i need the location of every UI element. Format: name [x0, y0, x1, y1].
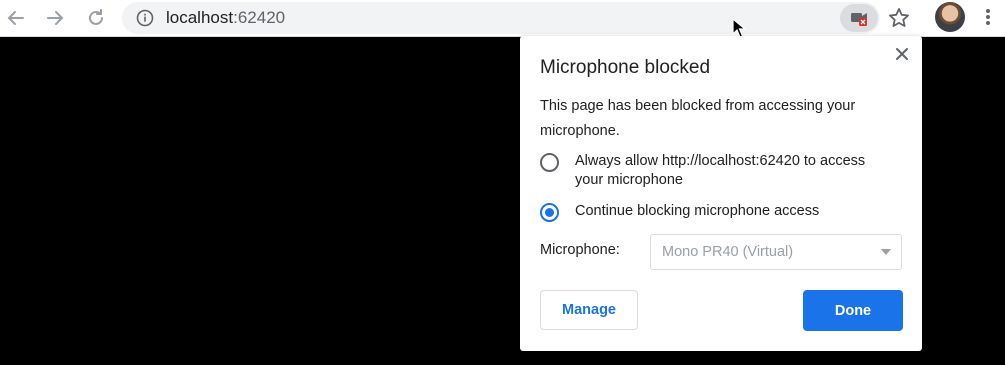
address-bar[interactable]: localhost:62420	[122, 2, 880, 34]
reload-button[interactable]	[84, 6, 108, 30]
kebab-menu-icon[interactable]	[980, 7, 996, 29]
bookmark-button[interactable]	[886, 6, 912, 30]
url-text[interactable]: localhost:62420	[166, 8, 285, 28]
manage-button[interactable]: Manage	[540, 290, 638, 330]
radio-label: Continue blocking microphone access	[575, 203, 820, 219]
mouse-cursor-icon	[732, 18, 746, 38]
close-icon[interactable]	[894, 46, 910, 62]
dialog-title: Microphone blocked	[540, 57, 711, 78]
camera-blocked-icon	[851, 13, 867, 26]
radio-always-allow[interactable]: Always allow http://localhost:62420 to a…	[540, 152, 875, 190]
done-button[interactable]: Done	[803, 290, 903, 331]
back-button[interactable]	[4, 6, 28, 30]
chevron-down-icon	[881, 249, 891, 255]
microphone-permission-dialog: Microphone blocked This page has been bl…	[520, 36, 922, 351]
arrow-right-icon	[47, 11, 64, 25]
url-port: :62420	[233, 8, 286, 27]
microphone-select-value: Mono PR40 (Virtual)	[662, 244, 794, 260]
radio-button-selected[interactable]	[540, 203, 559, 222]
reload-icon	[89, 9, 103, 25]
info-icon[interactable]	[136, 9, 154, 27]
arrow-left-icon	[7, 11, 24, 25]
microphone-label: Microphone:	[540, 242, 620, 258]
microphone-select[interactable]: Mono PR40 (Virtual)	[650, 234, 902, 270]
radio-button[interactable]	[540, 153, 559, 172]
browser-toolbar: localhost:62420	[0, 0, 1005, 38]
camera-blocked-button[interactable]	[840, 4, 878, 32]
url-host: localhost	[166, 8, 234, 27]
dialog-description: This page has been blocked from accessin…	[540, 98, 856, 139]
radio-label: Always allow http://localhost:62420 to a…	[575, 153, 866, 188]
forward-button[interactable]	[43, 6, 67, 30]
radio-continue-blocking[interactable]: Continue blocking microphone access	[540, 202, 875, 222]
star-icon	[889, 8, 909, 27]
avatar[interactable]	[935, 2, 965, 32]
